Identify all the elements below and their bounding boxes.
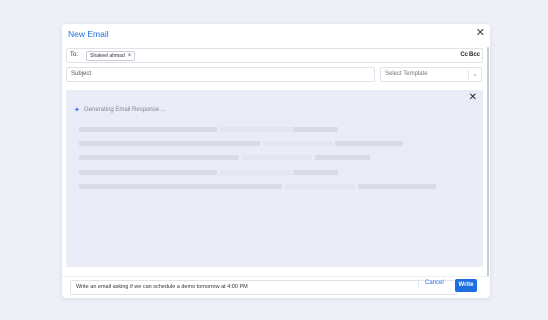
skeleton-line: [220, 127, 292, 132]
close-modal-icon[interactable]: ✕: [476, 26, 485, 40]
template-select[interactable]: Select Template ⌄: [380, 67, 482, 82]
cc-button[interactable]: Cc: [460, 52, 468, 58]
generation-panel: ✕ ✦ Generating Email Response ...: [66, 90, 483, 267]
template-placeholder: Select Template: [385, 71, 428, 77]
write-button[interactable]: Write: [455, 279, 477, 292]
bcc-button[interactable]: Bcc: [469, 52, 480, 58]
subject-input[interactable]: Subject: [66, 67, 375, 82]
skeleton-line: [242, 155, 312, 160]
remove-recipient-icon[interactable]: ×: [128, 52, 132, 60]
recipient-chip[interactable]: Shakeel ahmad ×: [86, 51, 136, 61]
chevron-down-icon[interactable]: ⌄: [472, 68, 478, 81]
skeleton-line: [79, 170, 217, 175]
skeleton-line: [263, 141, 333, 146]
scrollbar[interactable]: [487, 47, 489, 285]
skeleton-line: [293, 127, 338, 132]
recipient-name: Shakeel ahmad: [90, 53, 125, 59]
cancel-button[interactable]: Cancel: [418, 279, 444, 288]
prompt-bar: Write an email asking if we can schedule…: [62, 276, 490, 298]
modal-title: New Email: [68, 29, 109, 39]
skeleton-line: [79, 141, 260, 146]
sparkle-icon: ✦: [74, 107, 80, 114]
template-divider: [468, 70, 469, 79]
skeleton-line: [293, 170, 338, 175]
new-email-modal: New Email ✕ To: Shakeel ahmad × Cc Bcc S…: [62, 24, 490, 298]
to-field[interactable]: To: Shakeel ahmad × Cc Bcc: [66, 48, 483, 63]
close-panel-icon[interactable]: ✕: [469, 92, 477, 103]
skeleton-line: [79, 127, 217, 132]
skeleton-line: [79, 184, 282, 189]
generating-status: Generating Email Response ...: [84, 107, 166, 113]
to-label: To:: [70, 52, 79, 58]
skeleton-line: [335, 141, 403, 146]
skeleton-line: [285, 184, 355, 189]
skeleton-line: [79, 155, 239, 160]
prompt-input[interactable]: Write an email asking if we can schedule…: [70, 280, 457, 295]
skeleton-line: [220, 170, 292, 175]
skeleton-line: [358, 184, 436, 189]
skeleton-line: [315, 155, 370, 160]
